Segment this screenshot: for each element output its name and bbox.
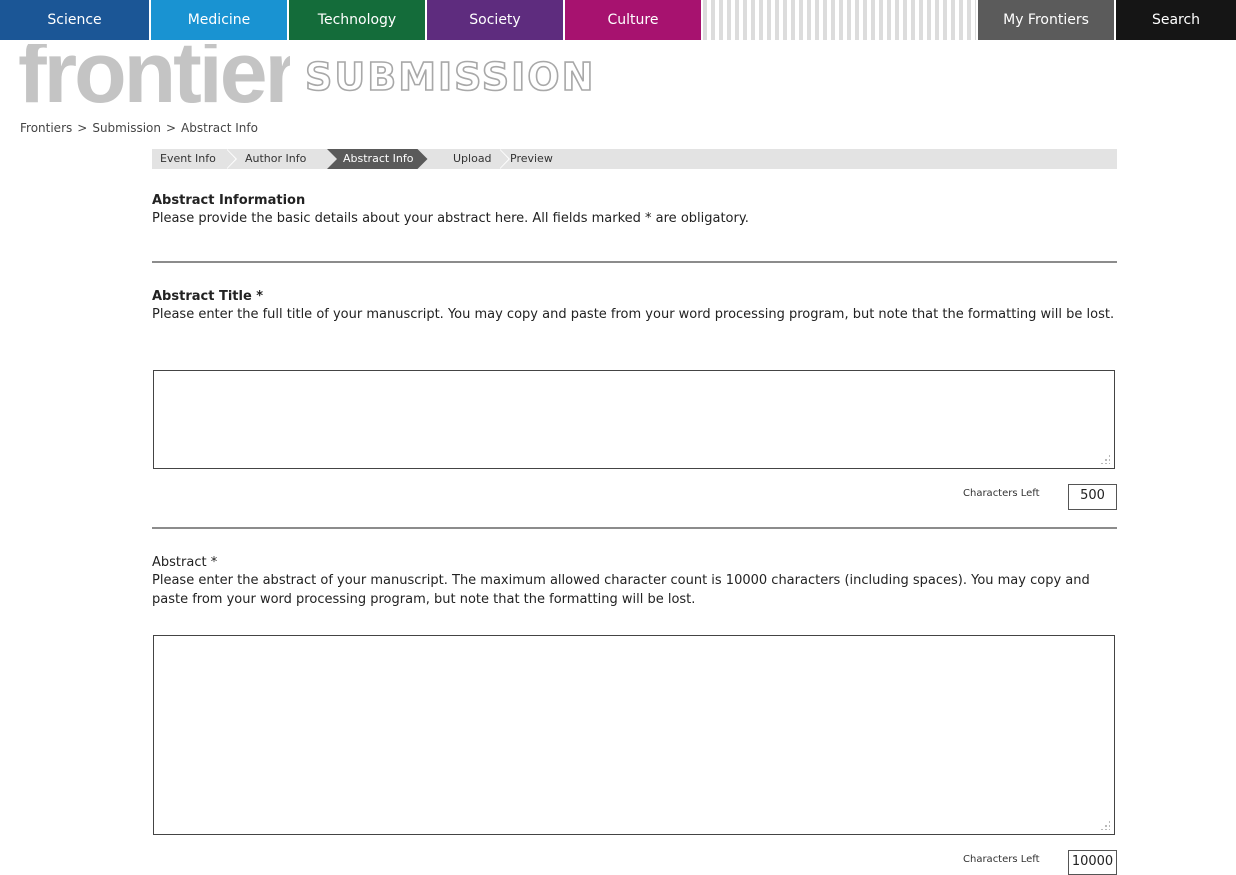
- abstract-label: Abstract *: [152, 555, 218, 570]
- abstract-title-input[interactable]: [153, 370, 1115, 469]
- abstract-section: Abstract * Please enter the abstract of …: [152, 555, 1117, 609]
- step-event-info[interactable]: Event Info: [160, 149, 216, 169]
- breadcrumb-submission[interactable]: Submission: [92, 121, 161, 135]
- abstract-characters-left-count: 10000: [1068, 850, 1117, 875]
- logo-submission-text: SUBMISSION: [304, 55, 596, 99]
- intro-title: Abstract Information: [152, 193, 306, 208]
- section-divider: [152, 527, 1117, 529]
- step-abstract-info-label: Abstract Info: [343, 152, 414, 165]
- nav-search[interactable]: Search: [1116, 0, 1236, 40]
- breadcrumb-separator: >: [165, 121, 177, 135]
- abstract-description: Please enter the abstract of your manusc…: [152, 573, 1090, 607]
- step-preview[interactable]: Preview: [510, 149, 553, 169]
- breadcrumb-current: Abstract Info: [181, 121, 258, 135]
- step-abstract-info[interactable]: Abstract Info: [327, 149, 428, 169]
- logo-wordmark-clip: frontiers: [18, 44, 290, 110]
- intro-section: Abstract Information Please provide the …: [152, 193, 1117, 228]
- nav-my-frontiers[interactable]: My Frontiers: [978, 0, 1114, 40]
- nav-society[interactable]: Society: [427, 0, 563, 40]
- step-author-info[interactable]: Author Info: [245, 149, 306, 169]
- nav-science[interactable]: Science: [0, 0, 149, 40]
- step-upload[interactable]: Upload: [453, 149, 492, 169]
- step-chevron-icon: [500, 149, 510, 169]
- intro-description: Please provide the basic details about y…: [152, 211, 749, 226]
- nav-culture[interactable]: Culture: [565, 0, 701, 40]
- section-divider: [152, 261, 1117, 263]
- top-navigation: Science Medicine Technology Society Cult…: [0, 0, 1236, 40]
- breadcrumb-separator: >: [77, 121, 88, 135]
- title-section: Abstract Title * Please enter the full t…: [152, 289, 1117, 324]
- title-characters-left-count: 500: [1068, 484, 1117, 510]
- progress-steps: Event Info Author Info Abstract Info Upl…: [152, 149, 1117, 169]
- decorative-stripe: [703, 0, 976, 40]
- resize-grip-icon[interactable]: [1100, 820, 1110, 830]
- nav-technology[interactable]: Technology: [289, 0, 425, 40]
- step-chevron-icon: [227, 149, 237, 169]
- breadcrumb-frontiers[interactable]: Frontiers: [20, 121, 72, 135]
- logo-wordmark: frontiers: [18, 44, 290, 110]
- resize-grip-icon[interactable]: [1100, 454, 1110, 464]
- abstract-title-description: Please enter the full title of your manu…: [152, 307, 1115, 322]
- title-characters-left-label: Characters Left: [963, 488, 1040, 499]
- breadcrumb: Frontiers > Submission > Abstract Info: [20, 121, 258, 135]
- abstract-title-label: Abstract Title *: [152, 289, 264, 304]
- site-logo[interactable]: frontiers SUBMISSION: [18, 44, 718, 110]
- abstract-characters-left-label: Characters Left: [963, 854, 1040, 865]
- abstract-input[interactable]: [153, 635, 1115, 835]
- nav-medicine[interactable]: Medicine: [151, 0, 287, 40]
